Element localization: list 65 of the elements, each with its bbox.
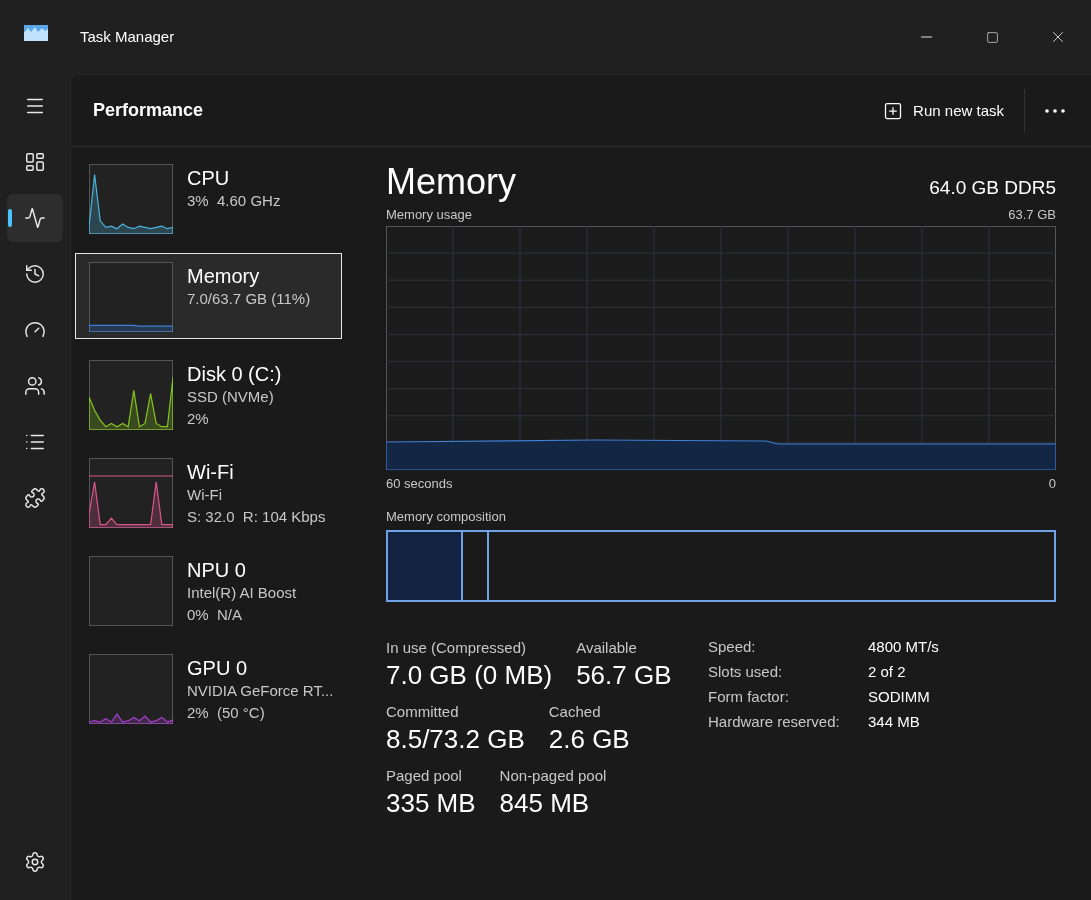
stat-value: 335 MB bbox=[386, 787, 476, 820]
nav-button[interactable] bbox=[7, 194, 63, 242]
stat-value: 845 MB bbox=[499, 787, 591, 820]
run-new-task-button[interactable]: Run new task bbox=[875, 94, 1012, 127]
device-detail: 2% (50 °C) bbox=[187, 703, 266, 723]
device-item[interactable]: GPU 0 NVIDIA GeForce RT... 2% (50 °C) bbox=[75, 645, 342, 731]
stat-value: 56.7 GB bbox=[576, 659, 672, 692]
selection-indicator bbox=[8, 209, 12, 227]
capacity-label: 64.0 GB DDR5 bbox=[929, 177, 1056, 199]
stat-label: Committed bbox=[386, 702, 460, 722]
device-detail: S: 32.0 R: 104 Kbps bbox=[187, 507, 326, 527]
composition-label: Memory composition bbox=[386, 509, 506, 524]
app-icon bbox=[24, 25, 48, 41]
property-value: 4800 MT/s bbox=[868, 638, 939, 655]
property-label: Form factor: bbox=[708, 688, 790, 705]
device-name: Wi-Fi bbox=[187, 460, 235, 484]
stat-value: 2.6 GB bbox=[548, 723, 630, 756]
axis-label: 60 seconds bbox=[386, 476, 453, 491]
device-name: Memory bbox=[187, 264, 261, 288]
layout-grid-icon bbox=[24, 151, 46, 173]
device-item[interactable]: Memory 7.0/63.7 GB (11%) bbox=[75, 253, 342, 339]
device-item[interactable]: Disk 0 (C:) SSD (NVMe) 2% bbox=[75, 351, 342, 437]
add-task-icon bbox=[883, 100, 904, 121]
device-detail: NVIDIA GeForce RT... bbox=[187, 681, 334, 701]
device-item[interactable]: NPU 0 Intel(R) AI Boost 0% N/A bbox=[75, 547, 342, 633]
device-name: CPU bbox=[187, 166, 231, 190]
property-label: Speed: bbox=[708, 638, 757, 655]
maximize-icon bbox=[985, 30, 999, 44]
device-detail: SSD (NVMe) bbox=[187, 387, 275, 407]
device-name: GPU 0 bbox=[187, 656, 249, 680]
device-detail: 7.0/63.7 GB (11%) bbox=[187, 289, 311, 309]
more-icon bbox=[1045, 108, 1065, 113]
property-label: Slots used: bbox=[708, 663, 784, 680]
users-icon bbox=[24, 375, 46, 397]
pulse-icon bbox=[24, 207, 46, 229]
device-item[interactable]: Wi-Fi Wi-Fi S: 32.0 R: 104 Kbps bbox=[75, 449, 342, 535]
device-item[interactable]: CPU 3% 4.60 GHz bbox=[75, 155, 342, 241]
page-title: Performance bbox=[93, 100, 204, 121]
device-detail: Intel(R) AI Boost bbox=[187, 583, 297, 603]
device-detail: 2% bbox=[187, 409, 210, 429]
device-detail: 3% 4.60 GHz bbox=[187, 191, 281, 211]
device-name: Disk 0 (C:) bbox=[187, 362, 282, 386]
stat-label: Paged pool bbox=[386, 766, 463, 786]
property-value: 2 of 2 bbox=[868, 663, 907, 680]
property-label: Hardware reserved: bbox=[708, 713, 841, 730]
puzzle-icon bbox=[24, 487, 46, 509]
stat-value: 8.5/73.2 GB bbox=[386, 723, 525, 756]
property-value: 344 MB bbox=[868, 713, 921, 730]
device-detail: 0% N/A bbox=[187, 605, 244, 625]
device-detail: Wi-Fi bbox=[187, 485, 223, 505]
history-icon bbox=[24, 263, 46, 285]
property-value: SODIMM bbox=[868, 688, 931, 705]
stat-label: Cached bbox=[548, 702, 602, 722]
settings-icon bbox=[24, 851, 46, 873]
window-title: Task Manager bbox=[80, 28, 175, 45]
device-name: NPU 0 bbox=[187, 558, 247, 582]
stat-label: Non-paged pool bbox=[499, 766, 607, 786]
minimize-icon bbox=[920, 36, 932, 38]
axis-label: 0 bbox=[1048, 476, 1056, 491]
stat-label: In use (Compressed) bbox=[386, 638, 528, 658]
chart-max-label: 63.7 GB bbox=[1008, 207, 1056, 222]
detail-title: Memory bbox=[386, 161, 516, 203]
stat-value: 7.0 GB (0 MB) bbox=[386, 659, 553, 692]
chart-label: Memory usage bbox=[386, 207, 472, 222]
stat-label: Available bbox=[576, 638, 638, 658]
